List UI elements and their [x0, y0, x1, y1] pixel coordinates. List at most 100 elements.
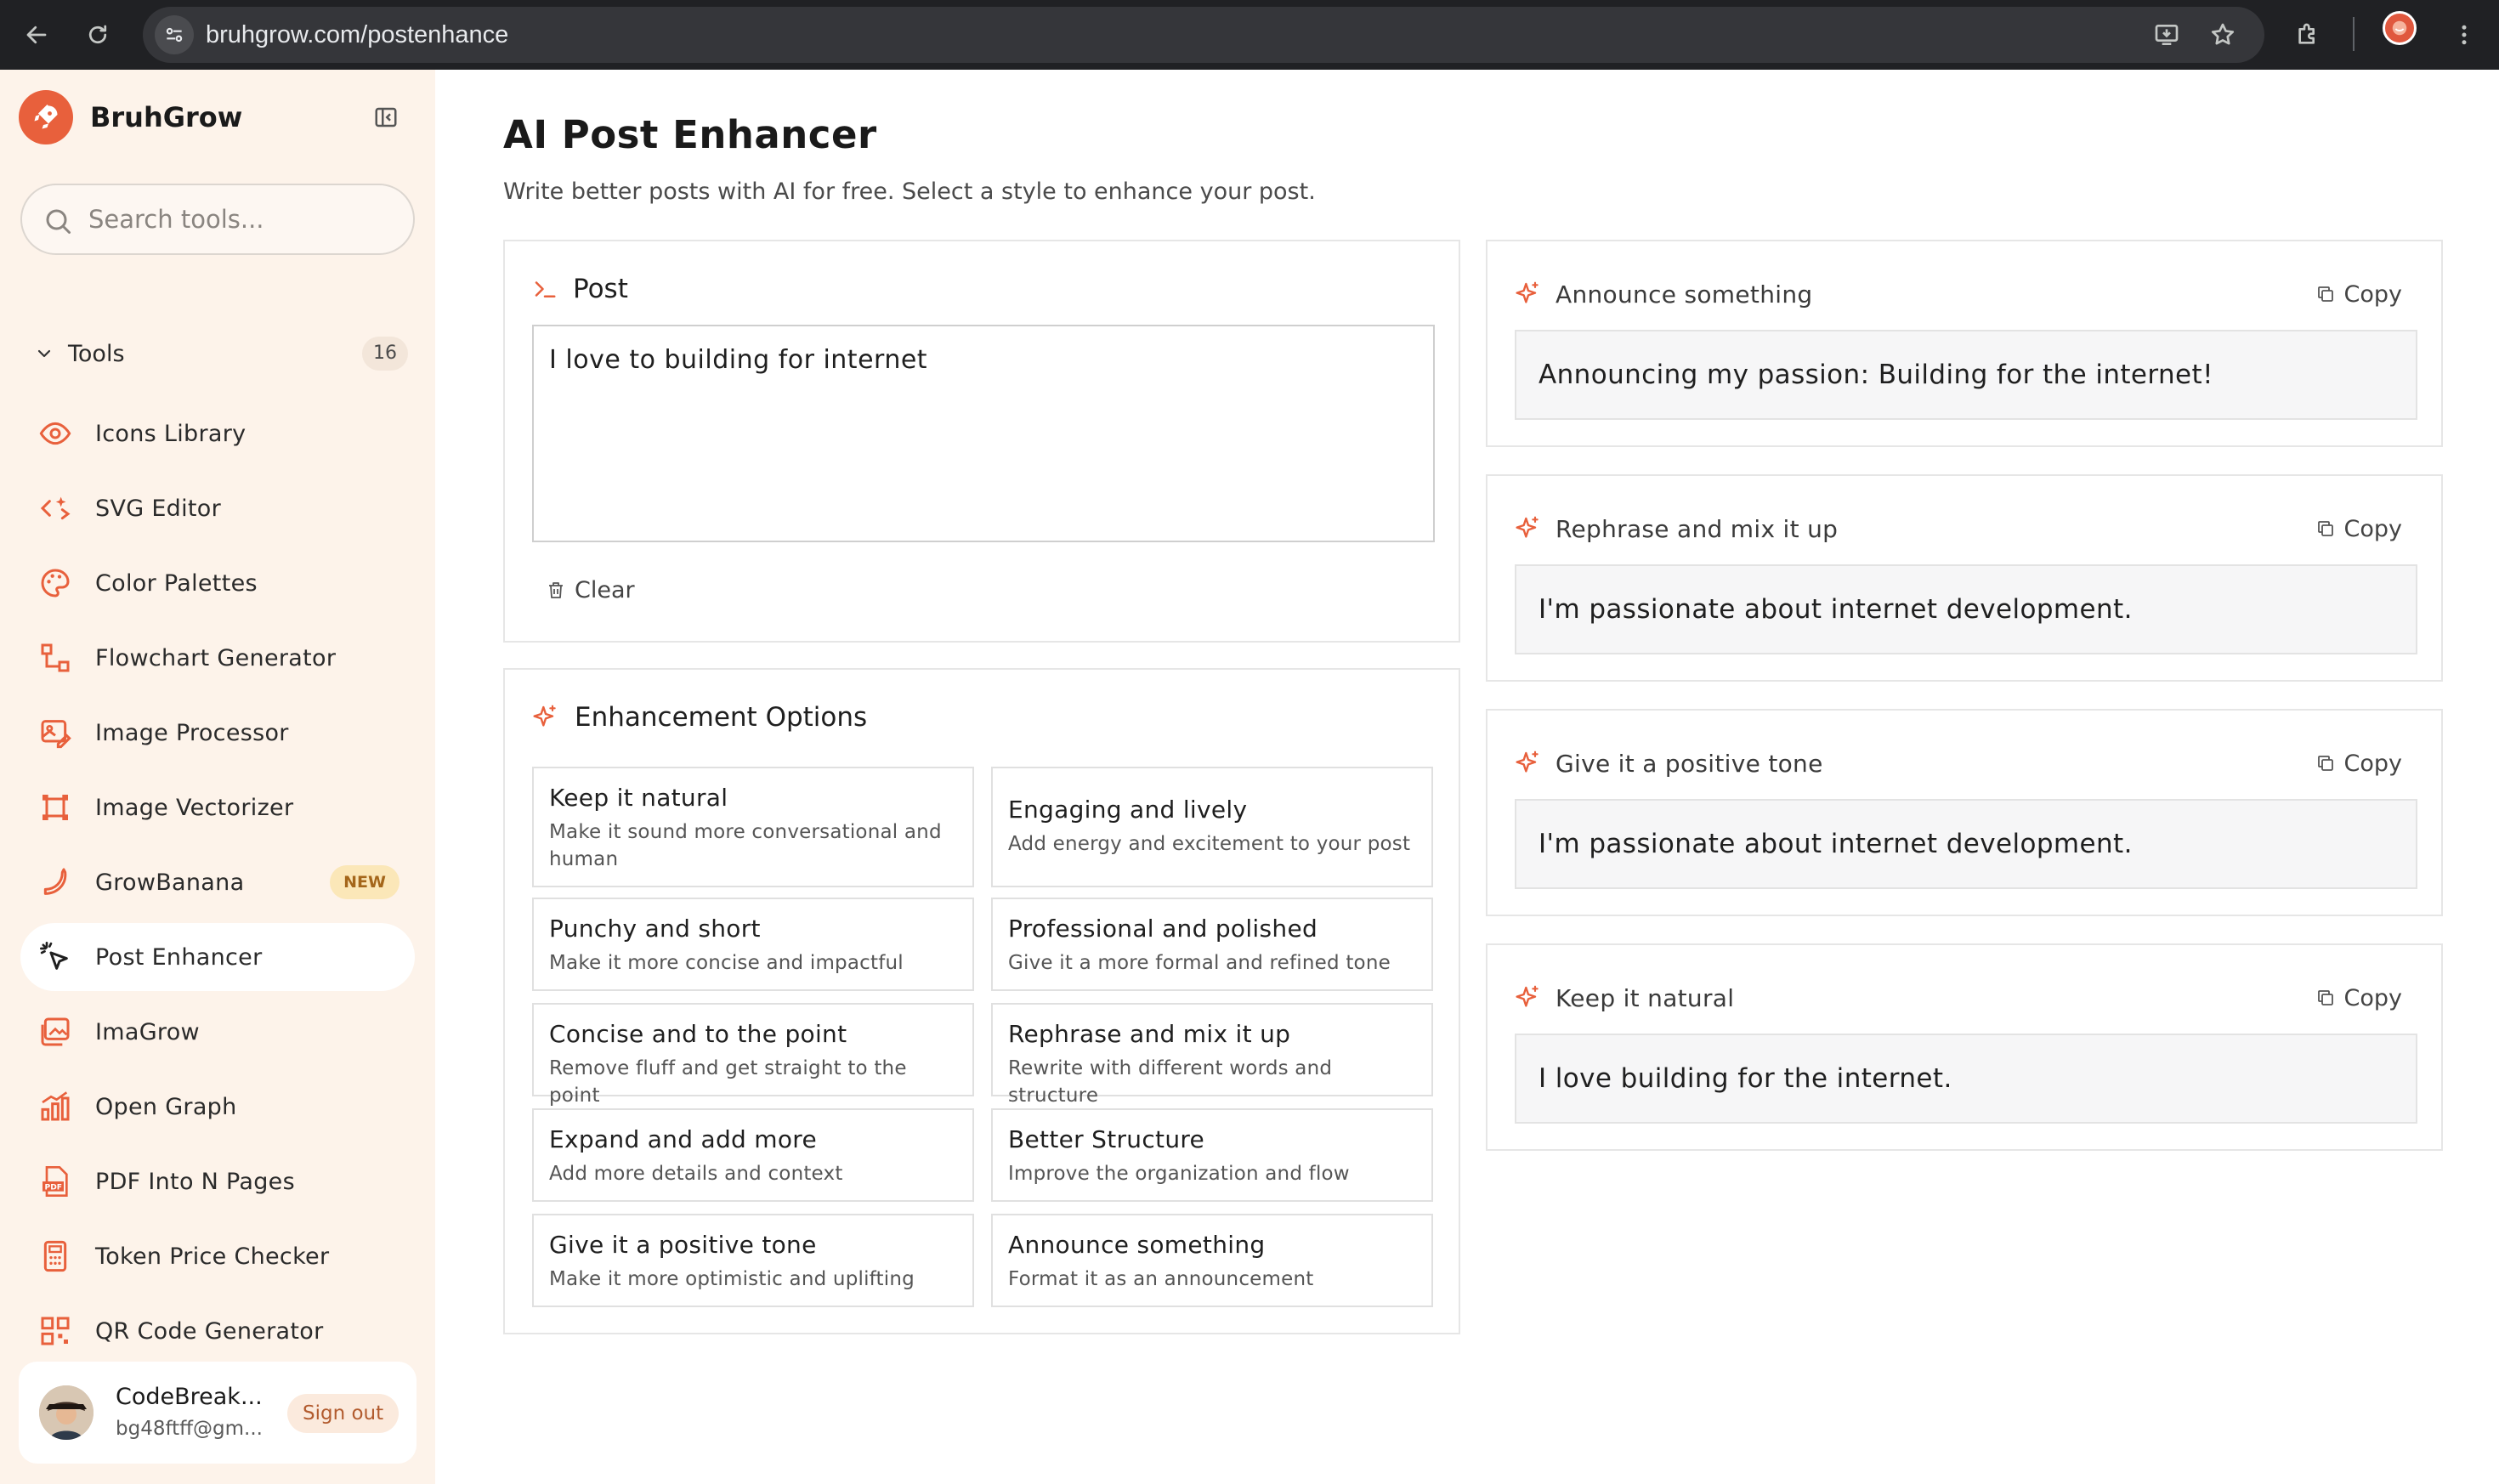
user-name: CodeBreak... — [116, 1384, 263, 1410]
vector-frame-icon — [37, 790, 73, 825]
option-expand-and-add-more[interactable]: Expand and add more Add more details and… — [532, 1108, 974, 1202]
option-concise-and-to-the-point[interactable]: Concise and to the point Remove fluff an… — [532, 1003, 974, 1107]
option-keep-it-natural[interactable]: Keep it natural Make it sound more conve… — [532, 767, 974, 887]
sparkles-icon — [1516, 281, 1538, 303]
browser-toolbar: bruhgrow.com/postenhance — [0, 0, 2499, 70]
palette-icon — [37, 565, 73, 601]
sign-out-button[interactable]: Sign out — [287, 1394, 400, 1433]
sidebar-item-flowchart-generator[interactable]: Flowchart Generator — [20, 624, 415, 692]
extensions-button[interactable] — [2285, 12, 2331, 58]
page-subtitle: Write better posts with AI for free. Sel… — [503, 178, 1316, 205]
sidebar-item-label: Open Graph — [95, 1093, 237, 1120]
address-bar[interactable]: bruhgrow.com/postenhance — [143, 7, 2264, 63]
option-title: Announce something — [1008, 1231, 1266, 1259]
tools-label: Tools — [68, 340, 125, 367]
option-engaging-and-lively[interactable]: Engaging and lively Add energy and excit… — [991, 767, 1433, 887]
page-title: AI Post Enhancer — [503, 112, 877, 157]
copy-button[interactable]: Copy — [2315, 277, 2403, 311]
result-header: Rephrase and mix it up — [1515, 512, 1838, 546]
cursor-sparkle-icon — [37, 939, 73, 975]
browser-menu-button[interactable] — [2441, 12, 2487, 58]
result-text: Announcing my passion: Building for the … — [1515, 330, 2417, 420]
collapse-sidebar-button[interactable] — [371, 102, 401, 133]
sparkles-icon — [1516, 516, 1538, 538]
sidebar-item-image-processor[interactable]: Image Processor — [20, 699, 415, 767]
install-app-icon[interactable] — [2149, 17, 2184, 53]
sidebar-collapse-icon — [375, 107, 397, 127]
option-description: Add energy and excitement to your post — [1008, 833, 1411, 855]
brand[interactable]: BruhGrow — [19, 90, 242, 144]
copy-button[interactable]: Copy — [2315, 746, 2402, 780]
result-card-keep-natural: Keep it natural Copy I love building for… — [1486, 943, 2443, 1151]
reload-button[interactable] — [75, 12, 121, 58]
sidebar-item-label: QR Code Generator — [95, 1317, 324, 1345]
copy-button[interactable]: Copy — [2315, 981, 2403, 1015]
options-header: Enhancement Options — [532, 700, 867, 734]
sidebar-item-label: Flowchart Generator — [95, 644, 337, 671]
new-badge: NEW — [330, 865, 400, 899]
sidebar-item-image-vectorizer[interactable]: Image Vectorizer — [20, 773, 415, 841]
code-sparkle-icon — [37, 490, 73, 526]
option-description: Make it sound more conversational and hu… — [549, 821, 942, 870]
option-punchy-and-short[interactable]: Punchy and short Make it more concise an… — [532, 898, 974, 991]
copy-label: Copy — [2343, 984, 2403, 1011]
eye-icon — [37, 416, 73, 451]
site-settings-icon[interactable] — [155, 15, 194, 54]
main-content: AI Post Enhancer Write better posts with… — [435, 70, 2499, 1484]
reload-icon — [88, 25, 107, 44]
sparkles-icon — [533, 705, 556, 727]
option-title: Punchy and short — [549, 915, 761, 943]
terminal-prompt-icon — [535, 281, 556, 297]
sidebar-item-growbanana[interactable]: GrowBanana NEW — [20, 848, 415, 916]
bar-chart-icon — [37, 1089, 73, 1124]
sidebar-item-imagrow[interactable]: ImaGrow — [20, 998, 415, 1066]
option-title: Expand and add more — [549, 1125, 818, 1153]
sidebar: BruhGrow Tools 16 Icons Library SVG Edit… — [0, 70, 435, 1484]
option-professional-and-polished[interactable]: Professional and polished Give it a more… — [991, 898, 1433, 991]
option-description: Add more details and context — [549, 1163, 843, 1185]
qr-code-icon — [37, 1313, 73, 1349]
copy-icon — [2317, 521, 2333, 536]
toolbar-divider — [2353, 17, 2354, 51]
sidebar-item-svg-editor[interactable]: SVG Editor — [20, 474, 415, 542]
trash-icon — [549, 582, 563, 598]
sidebar-item-token-price-checker[interactable]: Token Price Checker — [20, 1222, 415, 1290]
enhancement-options-card: Enhancement Options Keep it natural Make… — [503, 668, 1460, 1334]
arrow-left-icon — [26, 25, 47, 44]
more-vertical-icon — [2462, 25, 2467, 45]
option-announce-something[interactable]: Announce something Format it as an annou… — [991, 1214, 1433, 1307]
clear-button[interactable]: Clear — [546, 573, 635, 607]
option-better-structure[interactable]: Better Structure Improve the organizatio… — [991, 1108, 1433, 1202]
sidebar-item-open-graph[interactable]: Open Graph — [20, 1073, 415, 1141]
option-rephrase-and-mix-it-up[interactable]: Rephrase and mix it up Rewrite with diff… — [991, 1003, 1433, 1107]
sidebar-item-label: ImaGrow — [95, 1018, 200, 1045]
option-description: Format it as an announcement — [1008, 1268, 1314, 1290]
brand-name: BruhGrow — [90, 101, 243, 133]
profile-avatar[interactable] — [2383, 11, 2417, 45]
tools-section-toggle[interactable]: Tools 16 — [34, 337, 408, 371]
copy-label: Copy — [2343, 515, 2403, 542]
copy-label: Copy — [2343, 280, 2403, 308]
url-text[interactable]: bruhgrow.com/postenhance — [206, 7, 508, 63]
sidebar-item-qr-code-generator[interactable]: QR Code Generator — [20, 1297, 415, 1365]
post-textarea[interactable]: I love to building for internet — [532, 325, 1435, 542]
search-icon — [46, 209, 71, 234]
sidebar-item-icons-library[interactable]: Icons Library — [20, 399, 415, 467]
user-card: CodeBreak... bg48ftff@gm... Sign out — [19, 1362, 416, 1464]
search-input[interactable] — [88, 185, 403, 253]
avatar[interactable] — [39, 1385, 94, 1440]
option-description: Remove fluff and get straight to the poi… — [549, 1057, 907, 1107]
sidebar-item-label: Color Palettes — [95, 569, 258, 597]
search-box[interactable] — [20, 184, 415, 255]
bookmark-star-icon[interactable] — [2205, 17, 2241, 53]
sidebar-item-label: SVG Editor — [95, 495, 222, 522]
copy-button[interactable]: Copy — [2315, 512, 2403, 546]
back-button[interactable] — [14, 12, 60, 58]
option-give-it-a-positive-tone[interactable]: Give it a positive tone Make it more opt… — [532, 1214, 974, 1307]
sidebar-item-pdf-into-n-pages[interactable]: PDF PDF Into N Pages — [20, 1147, 415, 1215]
user-email: bg48ftff@gm... — [116, 1418, 263, 1440]
sidebar-item-color-palettes[interactable]: Color Palettes — [20, 549, 415, 617]
tools-count-badge: 16 — [362, 337, 408, 371]
sidebar-item-post-enhancer[interactable]: Post Enhancer — [20, 923, 415, 991]
sidebar-item-label: Image Processor — [95, 719, 289, 746]
